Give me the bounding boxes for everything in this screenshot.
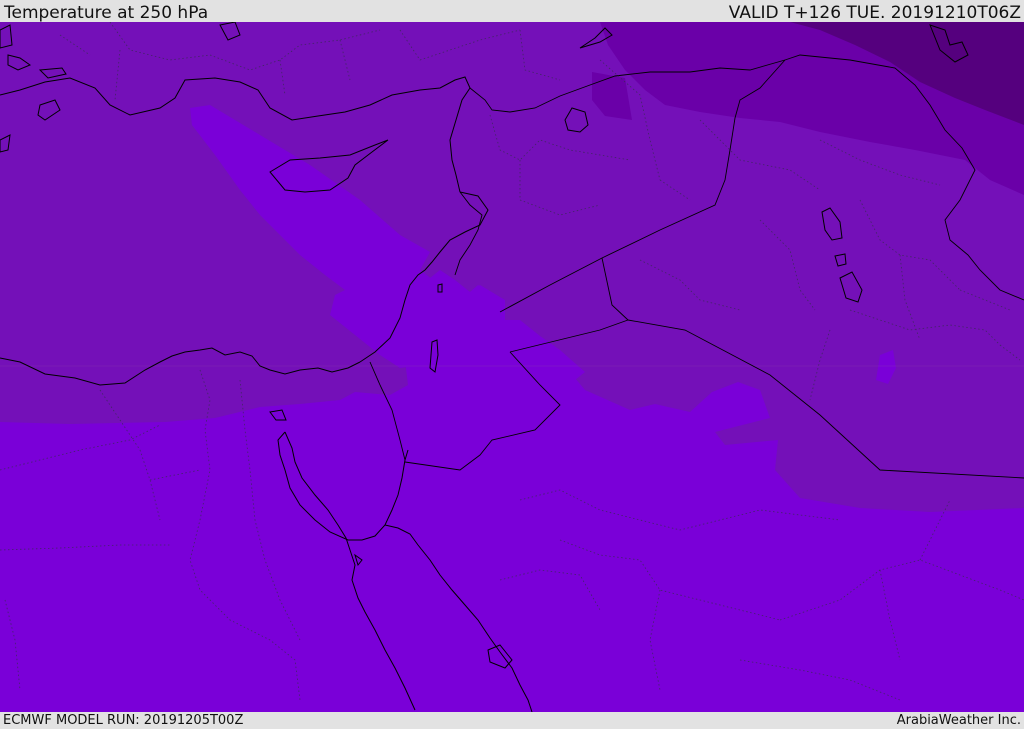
header-bar: Temperature at 250 hPa VALID T+126 TUE. …: [0, 0, 1024, 23]
temperature-map[interactable]: [0, 22, 1024, 712]
map-panel[interactable]: [0, 22, 1024, 712]
model-run-label: ECMWF MODEL RUN: 20191205T00Z: [3, 713, 244, 728]
credit-label: ArabiaWeather Inc.: [896, 713, 1021, 728]
map-title: Temperature at 250 hPa: [4, 3, 209, 23]
valid-time: VALID T+126 TUE. 20191210T06Z: [728, 3, 1021, 23]
footer-bar: ECMWF MODEL RUN: 20191205T00Z ArabiaWeat…: [0, 712, 1024, 729]
